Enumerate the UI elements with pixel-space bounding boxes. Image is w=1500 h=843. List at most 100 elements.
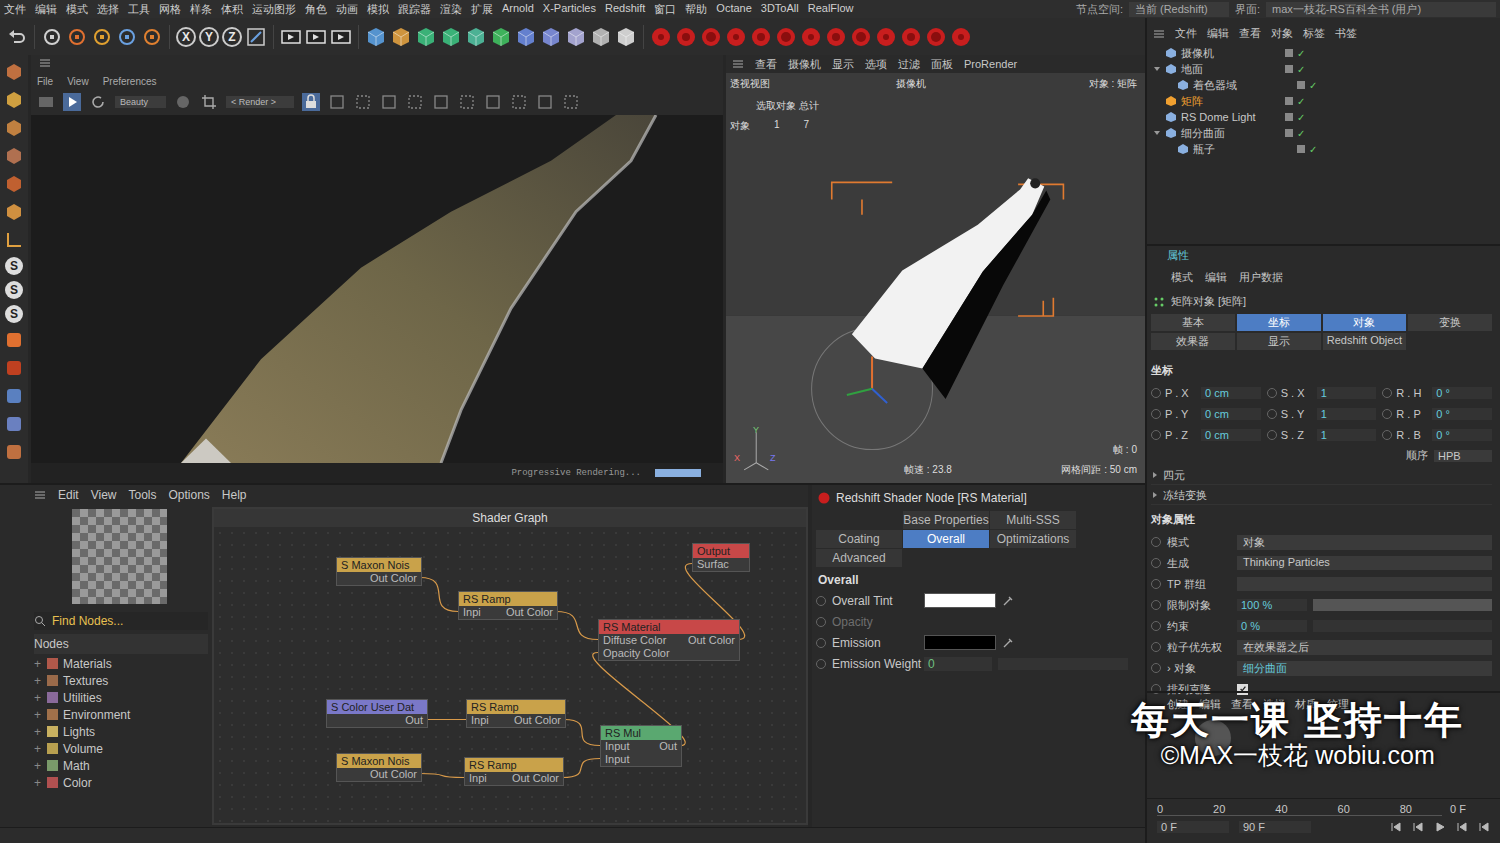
object-icon[interactable]: [440, 26, 462, 48]
tab[interactable]: Overall: [903, 530, 989, 548]
view-option-icon[interactable]: [406, 93, 424, 111]
tab[interactable]: Multi-SSS: [990, 511, 1076, 529]
menu-item[interactable]: 体积: [221, 2, 243, 17]
redshift-icon[interactable]: [675, 26, 697, 48]
aov-dropdown[interactable]: Beauty: [115, 96, 166, 108]
redshift-icon[interactable]: [850, 26, 872, 48]
node-category[interactable]: + Environment: [34, 707, 208, 722]
timeline-ruler[interactable]: 020406080 0 F: [1147, 799, 1500, 819]
menu-item[interactable]: 模式: [66, 2, 88, 17]
redshift-icon[interactable]: [650, 26, 672, 48]
expand-icon[interactable]: [1153, 65, 1161, 73]
tab[interactable]: Advanced: [816, 549, 902, 567]
tool-icon[interactable]: [3, 413, 25, 435]
menu-item[interactable]: X-Particles: [543, 2, 596, 17]
refresh-icon[interactable]: [89, 93, 107, 111]
object-row[interactable]: 着色器域 ✓: [1147, 77, 1500, 93]
redshift-icon[interactable]: [900, 26, 922, 48]
number-field[interactable]: 0 %: [1237, 620, 1307, 632]
menu-item[interactable]: Octane: [716, 2, 751, 17]
menu-item[interactable]: 选项: [865, 57, 887, 72]
menu-item[interactable]: File: [37, 76, 53, 87]
color-swatch[interactable]: [924, 593, 996, 608]
tab[interactable]: Redshift Object: [1323, 333, 1407, 350]
playback-icon[interactable]: [1412, 821, 1424, 833]
object-icon[interactable]: [390, 26, 412, 48]
node-category[interactable]: + Materials: [34, 656, 208, 671]
dropdown[interactable]: 对象: [1237, 535, 1492, 550]
menu-item[interactable]: 文件: [4, 2, 26, 17]
menu-item[interactable]: ProRender: [964, 58, 1017, 70]
menu-icon[interactable]: [39, 57, 51, 69]
playback-icon[interactable]: [1478, 821, 1490, 833]
shader-node[interactable]: RS Ramp Inpi Out Color: [466, 699, 566, 728]
view-option-icon[interactable]: [458, 93, 476, 111]
object-icon[interactable]: [490, 26, 512, 48]
view-option-icon[interactable]: [354, 93, 372, 111]
property-row[interactable]: Emission Weight 0: [816, 654, 1141, 673]
menu-item[interactable]: Options: [169, 488, 210, 502]
menu-item[interactable]: View: [91, 488, 117, 502]
tab[interactable]: Base Properties: [903, 511, 989, 529]
object-icon[interactable]: [590, 26, 612, 48]
tool-icon[interactable]: [116, 26, 138, 48]
text-field[interactable]: [1237, 577, 1492, 591]
tab[interactable]: 基本: [1151, 314, 1235, 331]
mode-icon[interactable]: [3, 201, 25, 223]
view-option-icon[interactable]: [432, 93, 450, 111]
dropdown[interactable]: Thinking Particles: [1237, 556, 1492, 570]
coordinate-field[interactable]: S . Z 1: [1267, 425, 1377, 445]
playback-icon[interactable]: [1390, 821, 1402, 833]
tool-icon[interactable]: [3, 441, 25, 463]
tab[interactable]: 变换: [1408, 314, 1492, 331]
shader-node[interactable]: S Maxon Nois Out Color: [336, 557, 422, 586]
object-row[interactable]: RS Dome Light ✓: [1147, 109, 1500, 125]
menu-item[interactable]: 角色: [305, 2, 327, 17]
node-category[interactable]: + Utilities: [34, 690, 208, 705]
view-option-icon[interactable]: [562, 93, 580, 111]
menu-item[interactable]: Tools: [128, 488, 156, 502]
menu-item[interactable]: 编辑: [1207, 26, 1229, 41]
film-icon[interactable]: [37, 93, 55, 111]
start-frame[interactable]: 0 F: [1157, 821, 1229, 833]
menu-item[interactable]: 查看: [1239, 26, 1261, 41]
shader-node[interactable]: RS Mul Input OutInput: [600, 725, 682, 767]
shader-node[interactable]: RS Material Diffuse Color Out ColorOpaci…: [598, 619, 740, 661]
property-row[interactable]: Overall Tint: [816, 591, 1141, 610]
order-dropdown[interactable]: HPB: [1434, 450, 1492, 462]
menu-item[interactable]: 运动图形: [252, 2, 296, 17]
lock-icon[interactable]: [302, 93, 320, 111]
tool-icon[interactable]: [91, 26, 113, 48]
menu-item[interactable]: 编辑: [35, 2, 57, 17]
coordinate-icon[interactable]: [245, 26, 267, 48]
graph-canvas[interactable]: S Maxon Nois Out Color RS Ramp Inpi Out C…: [214, 527, 806, 823]
object-icon[interactable]: [540, 26, 562, 48]
eyedropper-icon[interactable]: [1002, 637, 1014, 649]
mode-icon[interactable]: [3, 145, 25, 167]
node-category[interactable]: + Math: [34, 758, 208, 773]
view-option-icon[interactable]: [328, 93, 346, 111]
object-icon[interactable]: [415, 26, 437, 48]
node-category[interactable]: + Lights: [34, 724, 208, 739]
viewport-canvas[interactable]: 透视视图 摄像机 对象 : 矩阵 选取对象 总计 对象 1 7 帧 : 0 帧速…: [726, 73, 1145, 483]
menu-item[interactable]: Preferences: [103, 76, 157, 87]
menu-item[interactable]: 渲染: [440, 2, 462, 17]
render-icon[interactable]: [305, 26, 327, 48]
crop-icon[interactable]: [200, 93, 218, 111]
playback-icon[interactable]: [1434, 821, 1446, 833]
render-icon[interactable]: [330, 26, 352, 48]
color-swatch[interactable]: [924, 635, 996, 650]
mode-icon[interactable]: [3, 117, 25, 139]
tab[interactable]: Coating: [816, 530, 902, 548]
object-icon[interactable]: [565, 26, 587, 48]
shader-node[interactable]: S Maxon Nois Out Color: [336, 753, 422, 782]
render-icon[interactable]: [280, 26, 302, 48]
menu-item[interactable]: 帮助: [685, 2, 707, 17]
object-row[interactable]: 细分曲面 ✓: [1147, 125, 1500, 141]
axis-lock-button[interactable]: X: [176, 27, 196, 47]
menu-item[interactable]: 选择: [97, 2, 119, 17]
object-icon[interactable]: [615, 26, 637, 48]
slider[interactable]: [1313, 599, 1492, 611]
coordinate-field[interactable]: R . H 0 °: [1382, 383, 1492, 403]
axis-lock-button[interactable]: Y: [199, 27, 219, 47]
